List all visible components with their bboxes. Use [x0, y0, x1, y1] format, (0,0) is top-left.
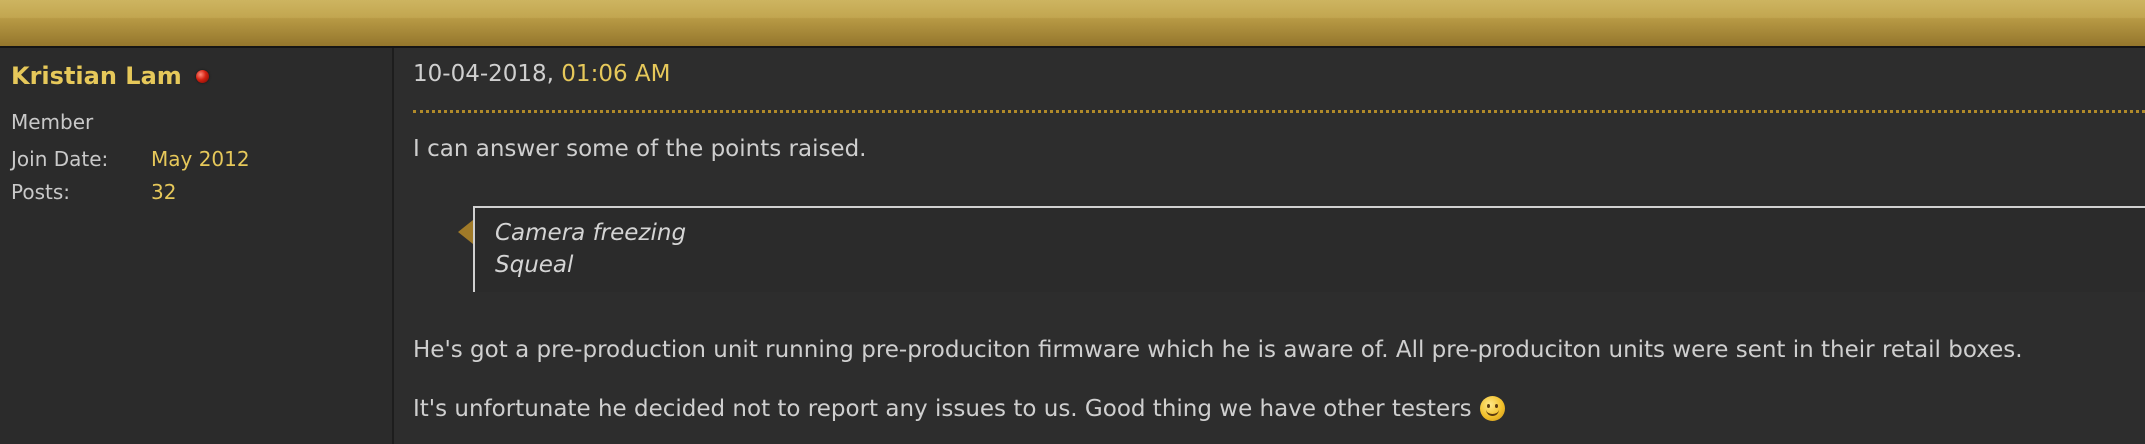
post-date: 10-04-2018, 01:06 AM — [413, 61, 670, 87]
offline-status-icon — [195, 69, 209, 83]
post-date-text: 10-04-2018, — [413, 61, 562, 87]
post-header-bar — [0, 0, 2145, 46]
posts-count: 32 — [151, 180, 177, 204]
post-paragraph-2-row: It's unfortunate he decided not to repor… — [413, 396, 1505, 422]
join-date-label: Join Date: — [11, 147, 109, 171]
post-time: 01:06 AM — [561, 61, 671, 87]
smile-icon — [1479, 396, 1505, 421]
post-intro: I can answer some of the points raised. — [413, 136, 867, 162]
quote-arrow-icon — [458, 220, 473, 244]
join-date-value: May 2012 — [151, 147, 250, 171]
username-link[interactable]: Kristian Lam — [11, 62, 182, 90]
post-paragraph-2: It's unfortunate he decided not to repor… — [413, 396, 1472, 422]
username-row: Kristian Lam — [11, 62, 209, 90]
quote-line-1: Camera freezing — [495, 220, 687, 246]
user-title: Member — [11, 110, 94, 134]
user-info-panel — [0, 48, 394, 444]
posts-label: Posts: — [11, 180, 71, 204]
quote-line-2: Squeal — [495, 252, 574, 278]
post-date-divider — [413, 110, 2145, 113]
quote-box — [473, 206, 2145, 292]
post-paragraph-1: He's got a pre-production unit running p… — [413, 337, 2023, 363]
